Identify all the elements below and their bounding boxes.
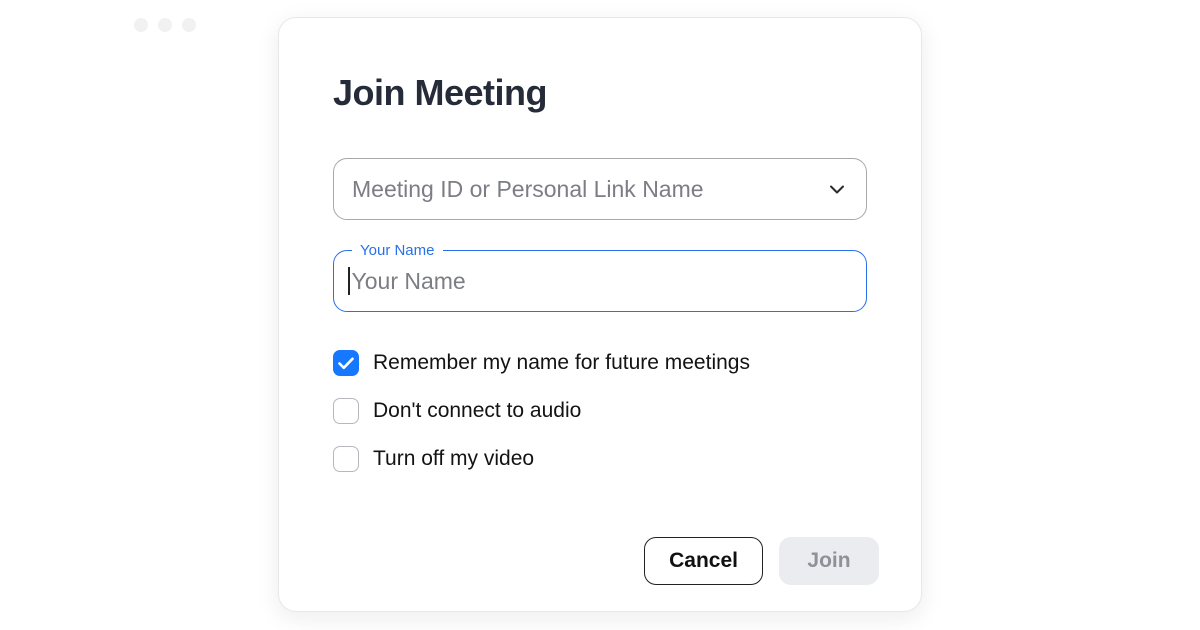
join-meeting-dialog: Join Meeting Meeting ID or Personal Link… [278, 17, 922, 612]
your-name-input[interactable]: Your Name Your Name [333, 250, 867, 312]
no-audio-label: Don't connect to audio [373, 399, 581, 423]
window-dot [182, 18, 196, 32]
no-video-label: Turn off my video [373, 447, 534, 471]
text-cursor [348, 267, 350, 295]
dialog-footer: Cancel Join [644, 537, 879, 585]
checkmark-icon [338, 357, 354, 370]
chevron-down-icon[interactable] [826, 178, 848, 200]
cancel-button[interactable]: Cancel [644, 537, 763, 585]
remember-name-label: Remember my name for future meetings [373, 351, 750, 375]
no-audio-checkbox[interactable] [333, 398, 359, 424]
join-button: Join [779, 537, 879, 585]
dialog-title: Join Meeting [333, 72, 867, 114]
remember-name-checkbox[interactable] [333, 350, 359, 376]
no-audio-option[interactable]: Don't connect to audio [333, 398, 867, 424]
meeting-id-placeholder: Meeting ID or Personal Link Name [352, 176, 826, 203]
your-name-placeholder: Your Name [352, 268, 466, 295]
your-name-label: Your Name [352, 242, 443, 259]
meeting-id-input[interactable]: Meeting ID or Personal Link Name [333, 158, 867, 220]
remember-name-option[interactable]: Remember my name for future meetings [333, 350, 867, 376]
window-dot [134, 18, 148, 32]
window-traffic-dots [134, 18, 196, 32]
window-dot [158, 18, 172, 32]
no-video-option[interactable]: Turn off my video [333, 446, 867, 472]
no-video-checkbox[interactable] [333, 446, 359, 472]
